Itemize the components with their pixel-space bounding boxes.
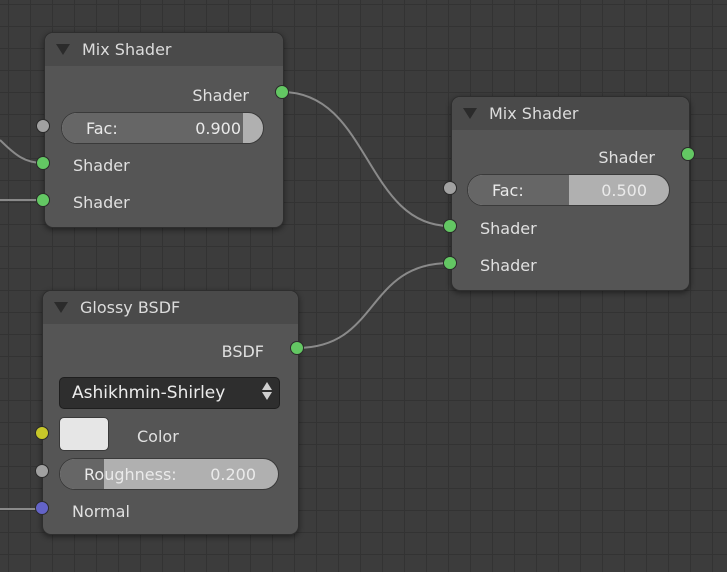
triangle-down-icon[interactable] (56, 44, 70, 55)
link-mix1-to-mix2 (281, 91, 451, 227)
fac-label: Fac: (86, 118, 118, 138)
output-label-bsdf: BSDF (221, 342, 264, 361)
glossy-bsdf-node[interactable]: Glossy BSDF BSDF Ashikhmin-Shirley Color… (42, 290, 299, 535)
glossy-bsdf-output-socket[interactable] (290, 341, 304, 355)
color-label: Color (137, 427, 179, 446)
triangle-down-icon[interactable] (54, 302, 68, 313)
node-title: Glossy BSDF (80, 298, 181, 317)
up-down-arrows-icon (262, 382, 272, 400)
fac-slider[interactable]: Fac: 0.900 (61, 112, 264, 144)
mix1-shader-input-socket-1[interactable] (36, 156, 50, 170)
node-header[interactable]: Mix Shader (45, 33, 283, 66)
input-label-shader-2: Shader (73, 193, 130, 212)
fac-label: Fac: (492, 180, 524, 200)
color-swatch[interactable] (59, 417, 109, 451)
glossy-normal-socket[interactable] (35, 501, 49, 515)
mix2-shader-input-socket-1[interactable] (443, 219, 457, 233)
glossy-roughness-socket[interactable] (35, 464, 49, 478)
output-label-shader: Shader (598, 148, 655, 167)
fac-value: 0.500 (601, 180, 647, 200)
node-title: Mix Shader (82, 40, 172, 59)
distribution-value: Ashikhmin-Shirley (72, 383, 226, 403)
mix-shader-node-1[interactable]: Mix Shader Shader Fac: 0.900 Shader Shad… (44, 32, 284, 228)
mix1-output-socket[interactable] (275, 85, 289, 99)
fac-value: 0.900 (195, 118, 241, 138)
link-glossy-to-mix2 (296, 262, 451, 349)
input-label-shader-1: Shader (73, 156, 130, 175)
mix2-shader-input-socket-2[interactable] (443, 256, 457, 270)
fac-slider[interactable]: Fac: 0.500 (467, 174, 670, 206)
roughness-slider[interactable]: Roughness: 0.200 (59, 458, 279, 490)
mix1-fac-socket[interactable] (36, 119, 50, 133)
node-title: Mix Shader (489, 104, 579, 123)
mix2-output-socket[interactable] (681, 147, 695, 161)
glossy-color-socket[interactable] (35, 426, 49, 440)
mix-shader-node-2[interactable]: Mix Shader Shader Fac: 0.500 Shader Shad… (451, 96, 690, 291)
input-label-normal: Normal (72, 502, 130, 521)
input-label-shader-2: Shader (480, 256, 537, 275)
triangle-down-icon[interactable] (463, 108, 477, 119)
output-label-shader: Shader (192, 86, 249, 105)
mix2-fac-socket[interactable] (443, 181, 457, 195)
roughness-value: 0.200 (210, 464, 256, 484)
distribution-dropdown[interactable]: Ashikhmin-Shirley (59, 377, 280, 409)
mix1-shader-input-socket-2[interactable] (36, 193, 50, 207)
node-header[interactable]: Glossy BSDF (43, 291, 298, 324)
node-header[interactable]: Mix Shader (452, 97, 689, 130)
input-label-shader-1: Shader (480, 219, 537, 238)
roughness-label: Roughness: (84, 464, 177, 484)
